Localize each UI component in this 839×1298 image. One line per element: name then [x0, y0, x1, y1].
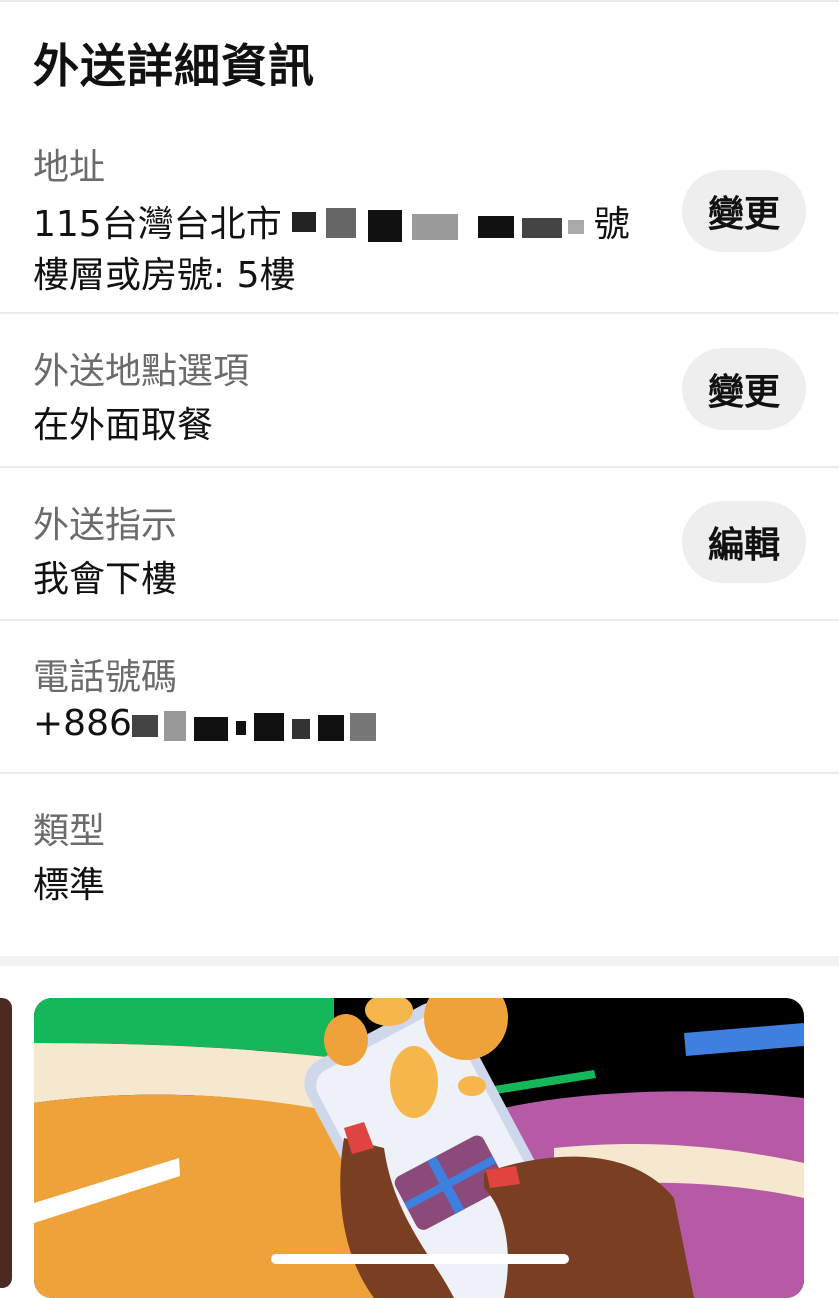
dropoff-change-button[interactable]: 變更	[682, 348, 806, 430]
promo-banner[interactable]	[34, 998, 804, 1298]
instructions-value: 我會下樓	[33, 559, 178, 600]
dropoff-value: 在外面取餐	[33, 405, 214, 446]
address-label: 地址	[33, 147, 106, 188]
phone-with-coins-icon	[34, 998, 804, 1298]
address-line1-prefix: 115台灣台北市	[33, 204, 282, 245]
dropoff-label: 外送地點選項	[33, 351, 250, 392]
redacted-address	[282, 206, 594, 246]
address-line1-suffix: 號	[593, 204, 630, 245]
type-label: 類型	[33, 811, 106, 852]
page-title: 外送詳細資訊	[33, 39, 315, 93]
phone-label: 電話號碼	[33, 657, 178, 698]
divider	[0, 312, 839, 314]
previous-promo-card[interactable]	[0, 998, 12, 1288]
divider	[0, 772, 839, 774]
divider	[0, 466, 839, 468]
instructions-label: 外送指示	[33, 505, 178, 546]
section-separator	[0, 956, 839, 966]
phone-value: +886	[33, 703, 382, 745]
home-indicator[interactable]	[271, 1254, 569, 1264]
address-line1: 115台灣台北市 號	[33, 195, 630, 247]
address-change-button[interactable]: 變更	[682, 170, 806, 252]
instructions-edit-button[interactable]: 編輯	[682, 501, 806, 583]
phone-prefix: +886	[33, 703, 132, 744]
address-line2: 樓層或房號: 5樓	[33, 255, 296, 296]
top-divider	[0, 0, 839, 2]
divider	[0, 619, 839, 621]
redacted-phone	[131, 705, 382, 745]
type-value: 標準	[33, 865, 106, 906]
